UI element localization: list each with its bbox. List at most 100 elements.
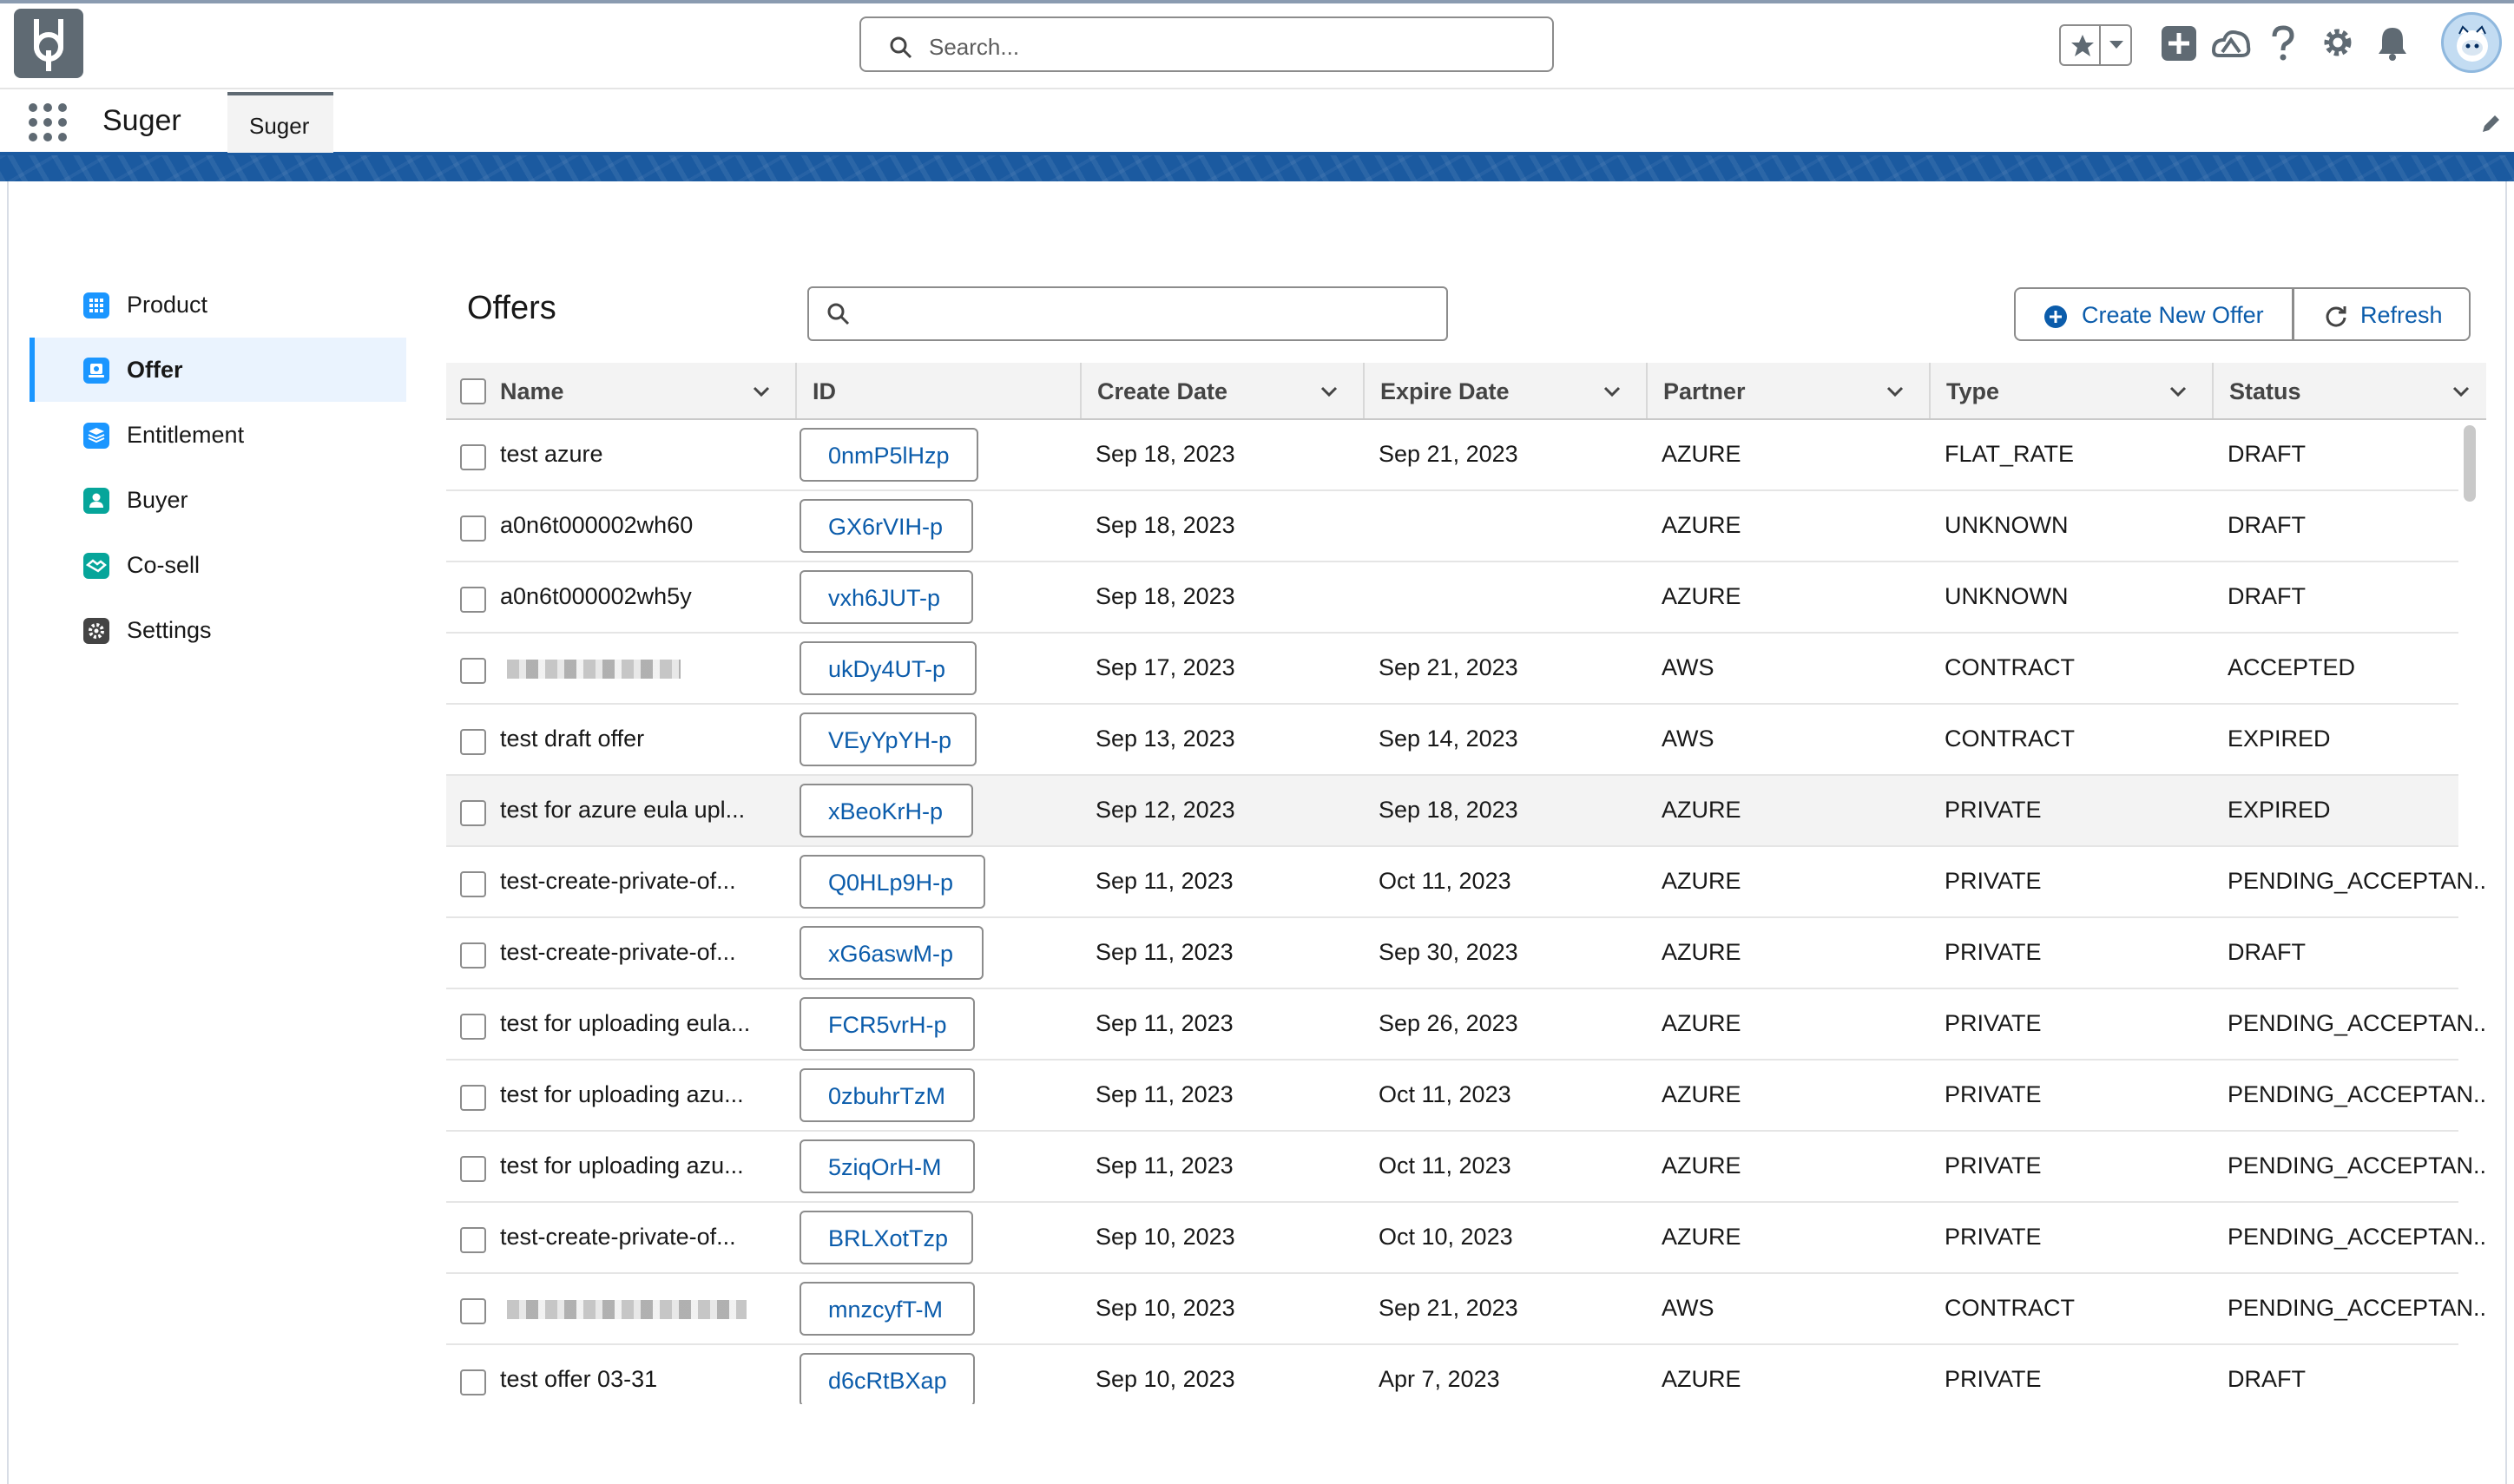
trailhead-icon[interactable]: [2210, 24, 2252, 62]
cell-name: test-create-private-of...: [500, 1224, 736, 1250]
offer-id-text[interactable]: 0zbuhrTzM: [828, 1083, 945, 1110]
nav-tab-suger[interactable]: Suger: [227, 92, 333, 153]
column-header-type[interactable]: Type: [1931, 363, 2214, 418]
table-row[interactable]: test-create-private-of... Sep 10, 2023 Oct…: [446, 1203, 2486, 1274]
sidebar-item-buyer[interactable]: Buyer: [30, 468, 406, 532]
offer-id-link[interactable]: FCR5vrH-p: [800, 997, 975, 1051]
sidebar-item-label: Entitlement: [127, 422, 245, 448]
offer-id-link[interactable]: 0zbuhrTzM: [800, 1068, 975, 1122]
row-checkbox[interactable]: [460, 515, 486, 542]
table-row[interactable]: test for uploading eula... Sep 11, 2023 Se…: [446, 989, 2486, 1060]
offer-id-link[interactable]: xBeoKrH-p: [800, 784, 973, 837]
offer-id-text[interactable]: ukDy4UT-p: [828, 656, 945, 683]
row-checkbox[interactable]: [460, 658, 486, 684]
table-row[interactable]: test draft offer Sep 13, 2023 Sep 14, 2023…: [446, 705, 2458, 776]
sidebar-item-offer[interactable]: Offer: [30, 338, 406, 402]
chevron-down-icon[interactable]: [1884, 380, 1906, 403]
row-checkbox[interactable]: [460, 444, 486, 470]
column-header-expire-date[interactable]: Expire Date: [1365, 363, 1648, 418]
column-header-id[interactable]: ID: [797, 363, 1082, 418]
table-row[interactable]: a0n6t000002wh5y Sep 18, 2023 AZURE UNKNOWN D…: [446, 562, 2458, 634]
edit-pencil-icon[interactable]: [2479, 113, 2502, 135]
offer-id-text[interactable]: vxh6JUT-p: [828, 585, 940, 612]
avatar[interactable]: [2441, 12, 2502, 73]
favorites-button[interactable]: [2059, 24, 2132, 66]
table-row[interactable]: test-create-private-of... Sep 11, 2023 Sep…: [446, 918, 2458, 989]
offer-id-link[interactable]: 0nmP5lHzp: [800, 428, 978, 482]
help-icon[interactable]: [2267, 24, 2299, 62]
offer-id-text[interactable]: VEyYpYH-p: [828, 727, 951, 754]
offer-id-text[interactable]: 0nmP5lHzp: [828, 443, 950, 469]
offer-id-text[interactable]: Q0HLp9H-p: [828, 870, 953, 896]
select-all-checkbox[interactable]: [460, 378, 486, 404]
row-checkbox[interactable]: [460, 1298, 486, 1324]
offer-id-text[interactable]: BRLXotTzp: [828, 1225, 948, 1252]
add-icon[interactable]: [2160, 24, 2198, 62]
notifications-bell-icon[interactable]: [2375, 24, 2410, 62]
table-row[interactable]: a0n6t000002wh60 Sep 18, 2023 AZURE UNKNOWN D…: [446, 491, 2458, 562]
chevron-down-icon[interactable]: [1601, 380, 1623, 403]
row-checkbox[interactable]: [460, 587, 486, 613]
column-header-label: Expire Date: [1380, 378, 1510, 404]
cell-create-date: Sep 11, 2023: [1096, 1081, 1234, 1107]
sidebar-item-settings[interactable]: Settings: [30, 598, 406, 662]
table-scrollbar[interactable]: [2464, 425, 2476, 502]
cell-partner: AZURE: [1662, 512, 1741, 538]
cell-expire-date: Oct 11, 2023: [1379, 1081, 1511, 1107]
create-new-offer-button[interactable]: Create New Offer: [2014, 287, 2294, 341]
table-row[interactable]: test for uploading azu... Sep 11, 2023 Oct…: [446, 1132, 2486, 1203]
column-header-create-date[interactable]: Create Date: [1082, 363, 1365, 418]
app-logo-icon[interactable]: [14, 9, 83, 78]
column-header-partner[interactable]: Partner: [1648, 363, 1931, 418]
table-row[interactable]: test offer 03-31 Sep 10, 2023 Apr 7, 2023 A…: [446, 1345, 2458, 1404]
offer-id-link[interactable]: 5ziqOrH-M: [800, 1139, 975, 1193]
row-checkbox[interactable]: [460, 800, 486, 826]
offer-id-link[interactable]: BRLXotTzp: [800, 1211, 973, 1264]
chevron-down-icon[interactable]: [2450, 380, 2472, 403]
setup-gear-icon[interactable]: [2320, 24, 2356, 61]
offer-id-text[interactable]: GX6rVIH-p: [828, 514, 943, 541]
offer-id-text[interactable]: xG6aswM-p: [828, 941, 953, 968]
offer-id-link[interactable]: d6cRtBXap: [800, 1353, 975, 1404]
offer-id-link[interactable]: VEyYpYH-p: [800, 712, 977, 766]
chevron-down-icon[interactable]: [2167, 380, 2189, 403]
row-checkbox[interactable]: [460, 1085, 486, 1111]
offer-id-link[interactable]: vxh6JUT-p: [800, 570, 973, 624]
cell-partner: AZURE: [1662, 583, 1741, 609]
row-checkbox[interactable]: [460, 942, 486, 969]
table-row[interactable]: Sep 17, 2023 Sep 21, 2023 AWS CONTRACT ACCEP…: [446, 634, 2458, 705]
offer-id-text[interactable]: d6cRtBXap: [828, 1368, 947, 1395]
offer-id-link[interactable]: xG6aswM-p: [800, 926, 984, 980]
row-checkbox[interactable]: [460, 1156, 486, 1182]
sidebar-item-product[interactable]: Product: [30, 273, 406, 337]
offer-id-link[interactable]: GX6rVIH-p: [800, 499, 973, 553]
sidebar-item-co-sell[interactable]: Co-sell: [30, 533, 406, 597]
offer-id-text[interactable]: FCR5vrH-p: [828, 1012, 947, 1039]
offer-id-text[interactable]: 5ziqOrH-M: [828, 1154, 942, 1181]
row-checkbox[interactable]: [460, 1014, 486, 1040]
row-checkbox[interactable]: [460, 871, 486, 897]
offer-id-link[interactable]: Q0HLp9H-p: [800, 855, 985, 909]
offers-search-input[interactable]: [807, 286, 1448, 341]
row-checkbox[interactable]: [460, 729, 486, 755]
sidebar-item-entitlement[interactable]: Entitlement: [30, 403, 406, 467]
offer-id-text[interactable]: xBeoKrH-p: [828, 798, 943, 825]
column-header-status[interactable]: Status: [2214, 363, 2486, 418]
app-launcher-icon[interactable]: [28, 102, 68, 142]
table-row[interactable]: Sep 10, 2023 Sep 21, 2023 AWS CONTRACT PENDI…: [446, 1274, 2486, 1345]
global-search-input[interactable]: Search...: [859, 16, 1554, 72]
table-row[interactable]: test for uploading azu... Sep 11, 2023 Oct…: [446, 1060, 2486, 1132]
offer-id-link[interactable]: mnzcyfT-M: [800, 1282, 975, 1336]
chevron-down-icon[interactable]: [1318, 380, 1340, 403]
table-row[interactable]: test-create-private-of... Sep 11, 2023 Oct…: [446, 847, 2486, 918]
row-checkbox[interactable]: [460, 1369, 486, 1395]
row-checkbox[interactable]: [460, 1227, 486, 1253]
column-header-name[interactable]: Name: [500, 363, 797, 418]
table-row[interactable]: test for azure eula upl... Sep 12, 2023 Se…: [446, 776, 2458, 847]
chevron-down-icon[interactable]: [750, 380, 773, 403]
offer-id-link[interactable]: ukDy4UT-p: [800, 641, 977, 695]
cell-create-date: Sep 10, 2023: [1096, 1295, 1235, 1321]
refresh-button[interactable]: Refresh: [2293, 287, 2471, 341]
offer-id-text[interactable]: mnzcyfT-M: [828, 1297, 943, 1323]
table-row[interactable]: test azure Sep 18, 2023 Sep 21, 2023 AZURE F…: [446, 420, 2458, 491]
